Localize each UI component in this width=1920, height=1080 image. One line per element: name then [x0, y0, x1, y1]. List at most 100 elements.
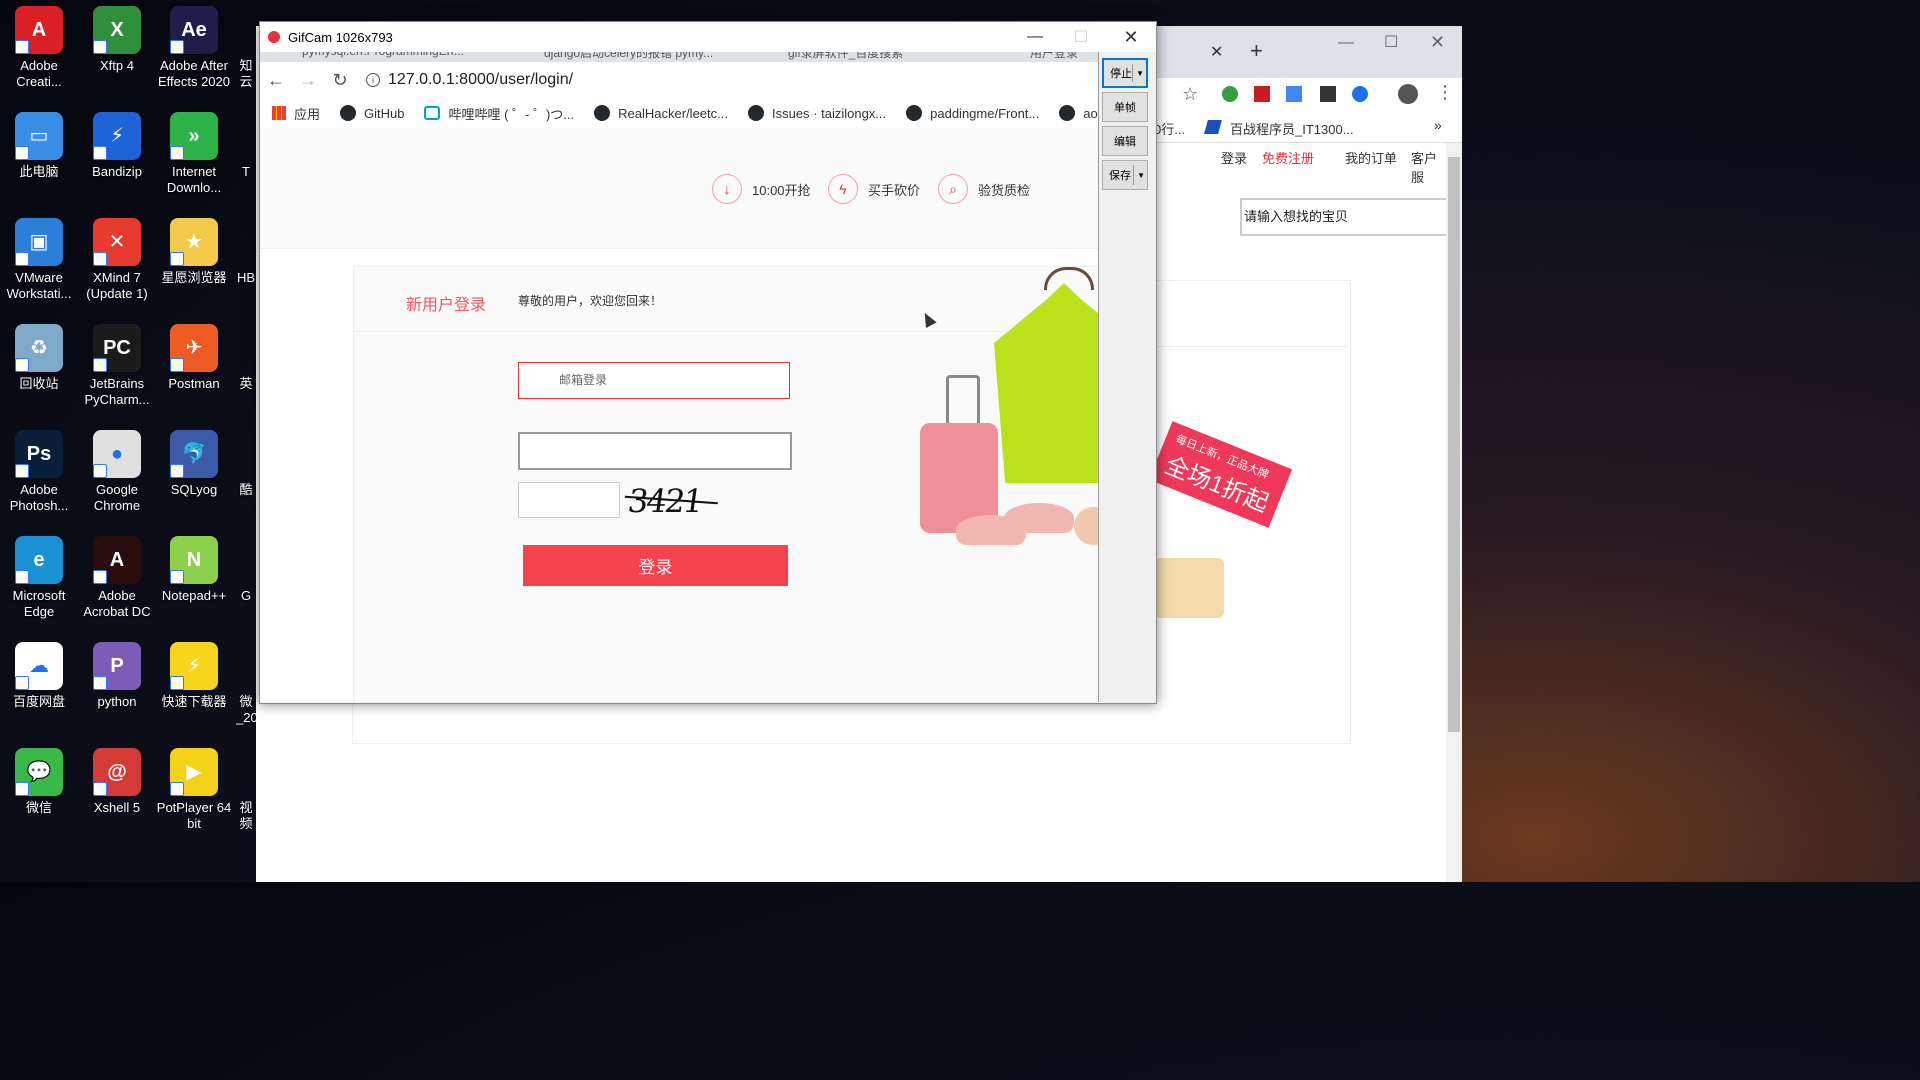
desktop-icon[interactable]: Ppython	[78, 642, 156, 710]
edit-button[interactable]: 编辑	[1102, 126, 1148, 156]
desktop-icon[interactable]: A Adobe Creati...	[0, 6, 78, 90]
single-frame-button[interactable]: 单帧	[1102, 92, 1148, 122]
desktop-icon[interactable]: 💬 微信	[0, 748, 78, 816]
bookmark-paddingme[interactable]: paddingme/Front...	[906, 105, 1039, 121]
app-icon: e	[15, 536, 63, 584]
desktop-icon[interactable]: ⚡ 快速下载器	[155, 642, 233, 710]
nav-register-link[interactable]: 免费注册	[1262, 148, 1314, 167]
desktop-icon[interactable]: PC JetBrains PyCharm...	[78, 324, 156, 408]
extension-icon[interactable]	[1222, 86, 1238, 102]
more-bookmarks-icon[interactable]: »	[1434, 117, 1442, 133]
gifcam-titlebar: GifCam 1026x793 — ☐ ✕	[260, 22, 1156, 52]
scrollbar[interactable]	[1446, 143, 1462, 882]
stop-button[interactable]: 停止	[1102, 58, 1148, 88]
desktop-icon[interactable]: ✕ XMind 7 (Update 1)	[78, 218, 156, 302]
desktop-icon-partial[interactable]: T	[236, 164, 256, 180]
url-input[interactable]: 127.0.0.1:8000/user/login/	[388, 71, 573, 89]
profile-icon[interactable]	[1398, 84, 1418, 104]
bookmark-realhacker[interactable]: RealHacker/leetc...	[594, 105, 728, 121]
close-window-icon[interactable]: ✕	[1430, 32, 1445, 53]
desktop-icon[interactable]: ▣ VMware Workstati...	[0, 218, 78, 302]
desktop-icon[interactable]: ☁ 百度网盘	[0, 642, 78, 710]
desktop-icon[interactable]: ✈ Postman	[155, 324, 233, 392]
desktop-icon[interactable]: @ Xshell 5	[78, 748, 156, 816]
desktop-icon-partial[interactable]: HB	[236, 270, 256, 286]
desktop-icon[interactable]: Ae Adobe After Effects 2020	[155, 6, 233, 90]
desktop-icon[interactable]: X Xftp 4	[78, 6, 156, 74]
minimize-icon[interactable]: —	[1012, 22, 1058, 52]
app-icon: ⚡	[93, 112, 141, 160]
github-icon	[594, 105, 611, 121]
search-input[interactable]: 请输入想找的宝贝	[1240, 198, 1450, 236]
nav-service-link[interactable]: 客户服	[1411, 148, 1446, 186]
reload-icon[interactable]: ↻	[324, 70, 356, 91]
desktop-icon-label: Adobe Photosh...	[9, 482, 69, 513]
translate-extension-icon[interactable]	[1286, 86, 1302, 102]
forward-icon[interactable]: →	[292, 70, 324, 91]
maximize-icon[interactable]: ☐	[1384, 32, 1398, 52]
desktop-icon-label: Microsoft Edge	[12, 588, 66, 619]
desktop-icon[interactable]: A Adobe Acrobat DC	[78, 536, 156, 620]
nav-login-link[interactable]: 登录	[1221, 148, 1247, 167]
close-icon[interactable]: ✕	[1108, 22, 1154, 52]
desktop-icon[interactable]: ● Google Chrome	[78, 430, 156, 514]
desktop-icon[interactable]: ⚡ Bandizip	[78, 112, 156, 180]
close-tab-icon[interactable]: ✕	[1210, 42, 1223, 62]
desktop-icon-label: 英	[239, 376, 253, 391]
app-icon: ☁	[15, 642, 63, 690]
x-extension-icon[interactable]	[1320, 86, 1336, 102]
desktop-icon[interactable]: ★ 星愿浏览器	[155, 218, 233, 286]
app-icon: Ae	[170, 6, 218, 54]
tab-login[interactable]: 用户登录	[1030, 52, 1078, 62]
desktop-icon-label: 快速下载器	[161, 694, 227, 709]
nav-orders-link[interactable]: 我的订单	[1345, 148, 1397, 167]
bookmark-aosa[interactable]: aosa	[1059, 105, 1098, 121]
password-field[interactable]	[518, 432, 792, 470]
desktop-icon[interactable]: » Internet Downlo...	[155, 112, 233, 196]
desktop-icon-label: SQLyog	[170, 482, 218, 497]
new-tab-icon[interactable]: +	[1250, 38, 1263, 64]
desktop-icon[interactable]: Ps Adobe Photosh...	[0, 430, 78, 514]
tab-pymysql[interactable]: pymysql.err.ProgrammingErr...	[302, 52, 464, 62]
bookmark-issues[interactable]: Issues · taizilongx...	[747, 105, 886, 121]
desktop-icon-partial[interactable]: 酷	[236, 482, 256, 498]
desktop-icon[interactable]: ▶ PotPlayer 64 bit	[155, 748, 233, 832]
desktop-icon-partial[interactable]: 视频	[236, 800, 256, 832]
desktop-icon[interactable]: N Notepad++	[155, 536, 233, 604]
bookmark-github[interactable]: GitHub	[340, 105, 404, 121]
info-icon[interactable]: i	[366, 73, 380, 87]
github-icon	[747, 105, 764, 121]
email-field[interactable]: 邮箱登录	[518, 362, 790, 399]
bookmark-bzcxy[interactable]: 百战程序员_IT1300...	[1230, 119, 1354, 138]
desktop-icon[interactable]: e Microsoft Edge	[0, 536, 78, 620]
desktop-icon[interactable]: ♻ 回收站	[0, 324, 78, 392]
desktop-icon[interactable]: 🐬 SQLyog	[155, 430, 233, 498]
menu-icon[interactable]: ⋮	[1436, 82, 1454, 103]
desktop-icon-partial[interactable]: 微_20	[236, 694, 256, 726]
desktop-icon-partial[interactable]: 英	[236, 376, 256, 392]
desktop-icon-label: VMware Workstati...	[6, 270, 72, 301]
desktop-icon-label: Adobe Acrobat DC	[83, 588, 151, 619]
scrollbar-thumb[interactable]	[1448, 157, 1460, 732]
star-icon[interactable]: ☆	[1182, 84, 1198, 105]
bookmark-apps[interactable]: 应用	[272, 104, 320, 123]
app-icon: PC	[93, 324, 141, 372]
pdf-extension-icon[interactable]	[1254, 86, 1270, 102]
desktop-icon[interactable]: ▭ 此电脑	[0, 112, 78, 180]
tab-django[interactable]: django启动celery的报错 pymy...	[544, 52, 713, 62]
gifcam-title: GifCam 1026x793	[288, 29, 393, 45]
globe-extension-icon[interactable]	[1352, 86, 1368, 102]
desktop-icon-partial[interactable]: 知云	[236, 58, 256, 90]
maximize-icon[interactable]: ☐	[1058, 22, 1104, 52]
bookmark-bilibili[interactable]: 哔哩哔哩 ( ゜- ゜)つ...	[424, 104, 574, 123]
login-button[interactable]: 登录	[523, 545, 788, 586]
tab-gif[interactable]: gif录屏软件_百度搜索	[788, 52, 903, 62]
desktop-icon-label: 酷	[239, 482, 253, 497]
captcha-input[interactable]	[518, 482, 620, 518]
captcha-image[interactable]: 3421	[625, 482, 727, 522]
back-icon[interactable]: ←	[260, 70, 292, 91]
save-button[interactable]: 保存	[1102, 160, 1148, 190]
bookmark-partial[interactable]: 0行...	[1154, 119, 1185, 138]
minimize-icon[interactable]: —	[1338, 34, 1354, 52]
desktop-icon-partial[interactable]: G	[236, 588, 256, 604]
